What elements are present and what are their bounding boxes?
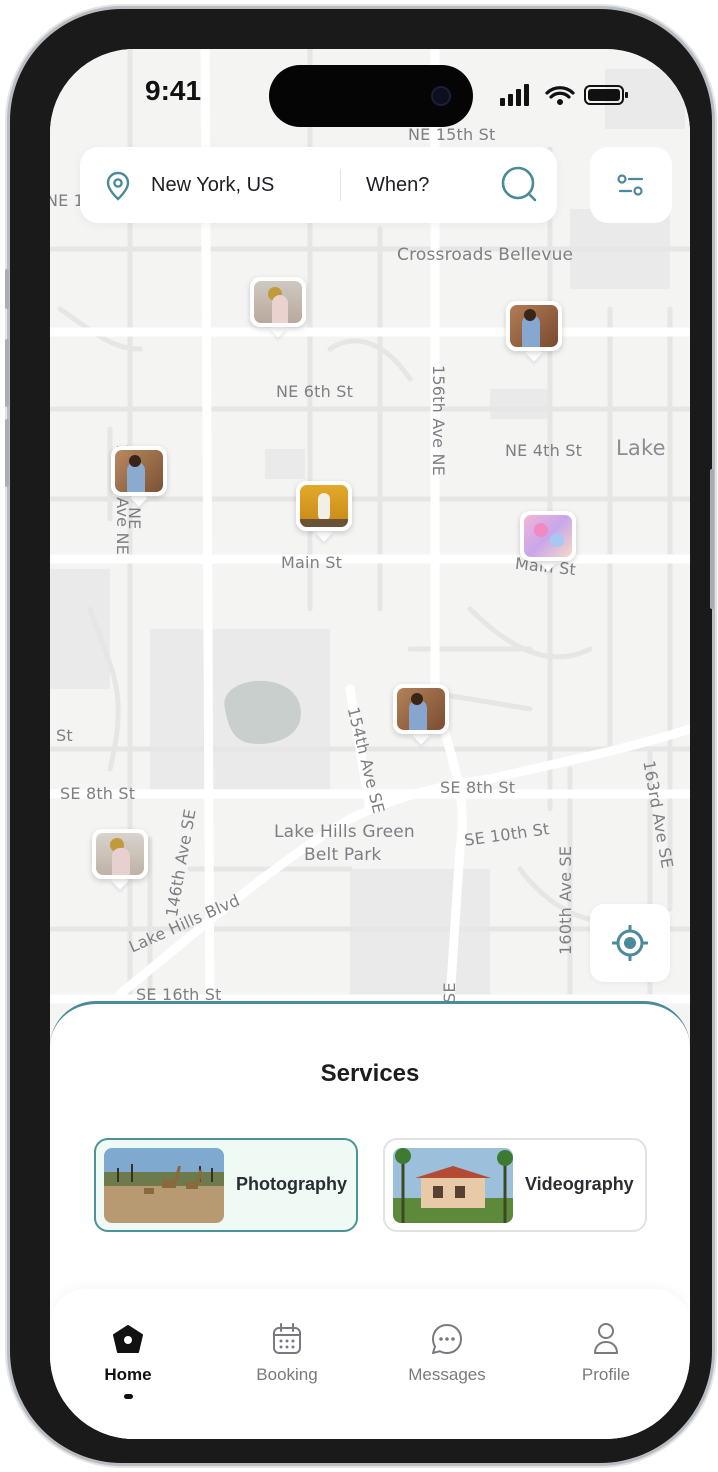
map-label: 160th Ave SE <box>556 845 575 955</box>
crosshair-icon <box>612 925 648 961</box>
map-pin-photographer[interactable] <box>92 829 148 891</box>
map-label: Main St <box>281 553 343 572</box>
location-field[interactable]: New York, US <box>151 174 274 197</box>
tab-home[interactable]: Home <box>68 1321 188 1399</box>
calendar-icon <box>273 1323 301 1354</box>
map-label: Belt Park <box>304 845 382 865</box>
phone-frame: NE 15th St NE 1 Crossroads Bellevue 148t… <box>5 9 714 1463</box>
tab-bar: Home Booking Messages Profile <box>50 1289 690 1439</box>
map-pin-photographer[interactable] <box>111 446 167 508</box>
map-label: SE 8th St <box>440 778 516 797</box>
map-label: NE 6th St <box>276 382 354 401</box>
status-time: 9:41 <box>145 75 202 106</box>
tab-label: Home <box>104 1365 152 1384</box>
volume-down-button <box>5 419 9 487</box>
videography-thumbnail <box>393 1148 513 1223</box>
home-icon <box>113 1325 143 1353</box>
map-label: Lake Hills Green <box>274 822 415 842</box>
map-pin-photographer[interactable] <box>296 481 352 543</box>
map-label: SE <box>440 982 459 1003</box>
map-label: NE <box>125 507 144 530</box>
chat-icon <box>432 1324 462 1354</box>
screen: NE 15th St NE 1 Crossroads Bellevue 148t… <box>50 49 690 1439</box>
map-label: NE 15th St <box>408 125 496 144</box>
filter-button[interactable] <box>590 147 672 223</box>
camera-icon <box>431 86 451 106</box>
divider <box>340 169 341 201</box>
service-label: Photography <box>236 1174 347 1194</box>
dynamic-island <box>269 65 473 127</box>
my-location-button[interactable] <box>590 904 670 982</box>
services-title: Services <box>320 1060 420 1087</box>
map-pin-photographer[interactable] <box>506 301 562 363</box>
photography-thumbnail <box>104 1148 224 1223</box>
map-label: Lake <box>616 436 666 460</box>
map-pin-photographer[interactable] <box>520 511 576 573</box>
service-photography-card[interactable]: Photography <box>94 1138 358 1232</box>
volume-up-button <box>5 339 9 407</box>
date-field[interactable]: When? <box>366 174 429 197</box>
map-label: NE 4th St <box>505 441 583 460</box>
map-label: 156th Ave NE <box>429 365 448 476</box>
mute-switch <box>5 269 9 309</box>
power-button <box>710 469 714 609</box>
signal-icon <box>500 84 529 106</box>
map-label: SE 8th St <box>60 784 136 803</box>
map-label: St <box>56 726 73 745</box>
active-indicator <box>123 1394 133 1399</box>
search-icon[interactable] <box>500 165 540 205</box>
tab-label: Messages <box>408 1365 486 1384</box>
map-pin-photographer[interactable] <box>393 684 449 746</box>
tab-booking[interactable]: Booking <box>227 1321 347 1385</box>
search-bar[interactable]: New York, US When? <box>80 147 557 223</box>
tab-messages[interactable]: Messages <box>387 1321 507 1385</box>
status-icons <box>500 84 628 106</box>
map-label: Crossroads Bellevue <box>397 245 574 265</box>
service-label: Videography <box>525 1174 634 1194</box>
map-pin-photographer[interactable] <box>250 277 306 339</box>
tab-profile[interactable]: Profile <box>546 1321 666 1385</box>
wifi-icon <box>545 86 575 99</box>
tab-label: Booking <box>256 1365 318 1384</box>
location-pin-icon <box>106 171 130 201</box>
user-icon <box>594 1323 618 1354</box>
tab-label: Profile <box>581 1365 631 1384</box>
filter-icon <box>617 174 644 196</box>
service-videography-card[interactable]: Videography <box>383 1138 647 1232</box>
